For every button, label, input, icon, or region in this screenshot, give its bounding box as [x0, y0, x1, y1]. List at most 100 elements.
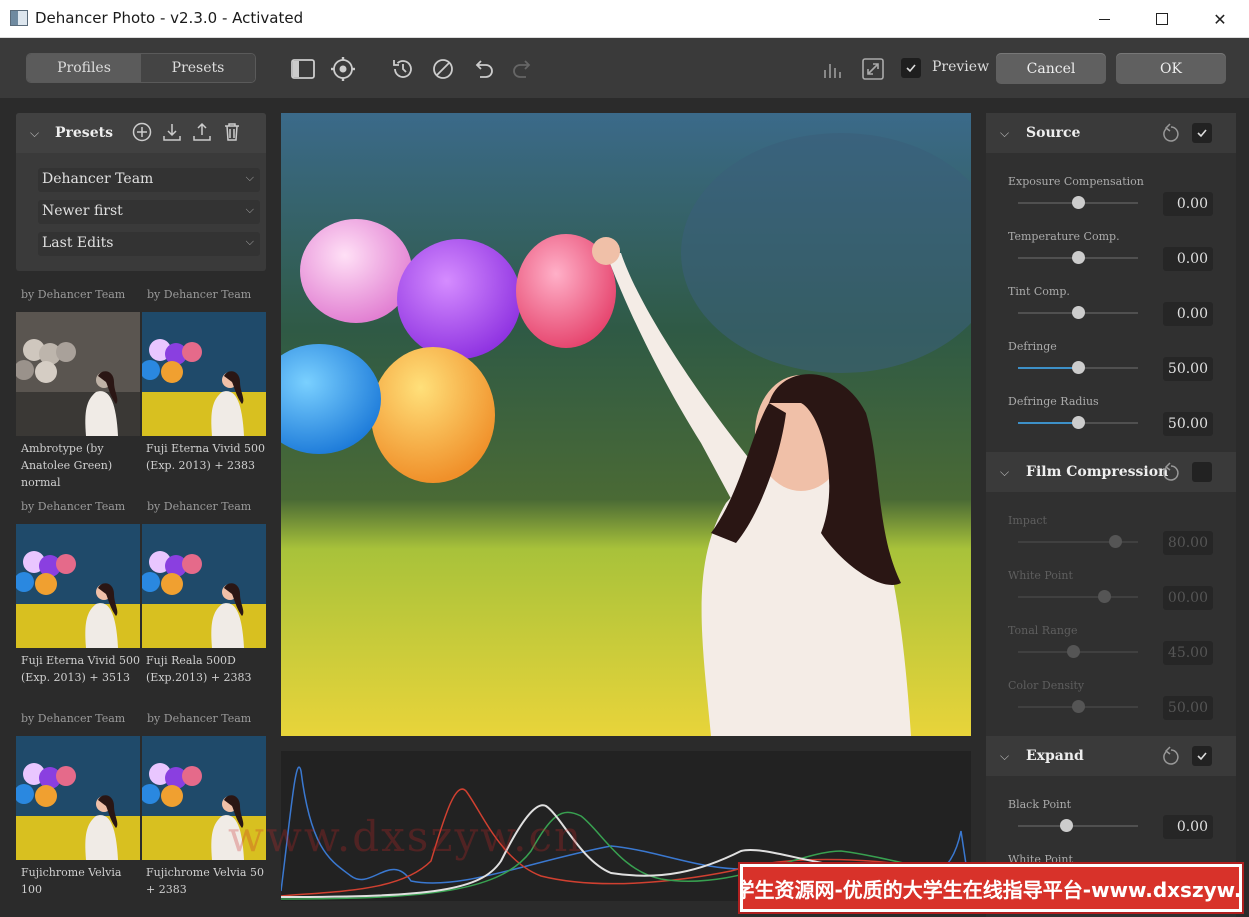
chevron-down-icon[interactable]: ⌵ [30, 126, 39, 141]
value-field[interactable]: 0.00 [1163, 247, 1213, 271]
tab-profiles[interactable]: Profiles [27, 54, 141, 82]
preview-label: Preview [932, 59, 990, 75]
redo-icon[interactable] [510, 56, 536, 82]
author-select[interactable]: Dehancer Team ⌵ [38, 168, 260, 192]
reset-icon[interactable] [1161, 462, 1181, 482]
chevron-down-icon[interactable]: ⌵ [1000, 465, 1009, 480]
preset-thumbnail[interactable] [16, 524, 140, 648]
value-field[interactable]: 0.00 [1163, 192, 1213, 216]
section-source-header[interactable]: ⌵ Source [986, 113, 1236, 153]
tab-presets[interactable]: Presets [141, 54, 255, 82]
preset-author: by Dehancer Team [147, 288, 252, 301]
import-icon[interactable] [161, 121, 183, 143]
maximize-button[interactable] [1133, 0, 1191, 38]
trash-icon[interactable] [221, 121, 243, 143]
checkmark-icon [1197, 752, 1207, 761]
sort-select[interactable]: Newer first ⌵ [38, 200, 260, 224]
cancel-button[interactable]: Cancel [996, 53, 1106, 84]
slider-knob[interactable] [1072, 700, 1085, 713]
watermark-text: www.dxszyw.cn [228, 812, 584, 861]
checkmark-icon [906, 64, 916, 73]
chevron-down-icon[interactable]: ⌵ [1000, 126, 1009, 141]
preview-checkbox[interactable] [901, 58, 921, 78]
section-title: Expand [1026, 748, 1084, 764]
reset-icon[interactable] [1161, 123, 1181, 143]
param-label: Tonal Range [1008, 624, 1078, 637]
preset-label: Fujichrome Velvia 100 [21, 866, 122, 896]
preset-author: by Dehancer Team [21, 712, 126, 725]
slider-knob[interactable] [1060, 819, 1073, 832]
value-field[interactable]: 00.00 [1163, 586, 1213, 610]
slider-knob[interactable] [1109, 535, 1122, 548]
adjustments-panel: ⌵ Source Exposure Compensation 0.00 Temp… [986, 113, 1236, 917]
history-icon[interactable] [390, 56, 416, 82]
param-label: White Point [1008, 569, 1073, 582]
chevron-down-icon: ⌵ [245, 203, 254, 216]
param-label: Impact [1008, 514, 1047, 527]
filter-select[interactable]: Last Edits ⌵ [38, 232, 260, 256]
section-film-compression-header[interactable]: ⌵ Film Compression [986, 452, 1236, 492]
preset-label: Fuji Eterna Vivid 500 (Exp. 2013) + 3513 [21, 654, 141, 684]
presets-header-box: ⌵ Presets Dehancer Team ⌵ Newer first ⌵ La… [16, 113, 266, 271]
add-preset-icon[interactable] [131, 121, 153, 143]
settings-icon[interactable] [330, 56, 356, 82]
presets-header[interactable]: ⌵ Presets [16, 113, 266, 153]
preset-thumbnail[interactable] [142, 312, 266, 436]
preset-label: Fuji Reala 500D (Exp.2013) + 2383 [146, 654, 252, 684]
preset-label: Ambrotype (by Anatolee Green) normal [21, 442, 113, 489]
section-enable-checkbox[interactable] [1192, 462, 1212, 482]
value-field[interactable]: 50.00 [1163, 696, 1213, 720]
value-field[interactable]: 45.00 [1163, 641, 1213, 665]
slider-knob[interactable] [1072, 251, 1085, 264]
slider-knob[interactable] [1067, 645, 1080, 658]
reset-icon[interactable] [1161, 746, 1181, 766]
value-field[interactable]: 0.00 [1163, 302, 1213, 326]
chevron-down-icon[interactable]: ⌵ [1000, 749, 1009, 764]
section-enable-checkbox[interactable] [1192, 123, 1212, 143]
fullscreen-icon[interactable] [860, 56, 886, 82]
preset-author: by Dehancer Team [21, 288, 126, 301]
param-label: Defringe [1008, 340, 1057, 353]
preset-thumbnail[interactable] [142, 524, 266, 648]
slider-track[interactable] [1018, 825, 1138, 827]
value-field[interactable]: 50.00 [1163, 357, 1213, 381]
slider-knob[interactable] [1072, 361, 1085, 374]
value-field[interactable]: 50.00 [1163, 412, 1213, 436]
chevron-down-icon: ⌵ [245, 171, 254, 184]
histogram-icon[interactable] [820, 56, 846, 82]
slider-knob[interactable] [1072, 306, 1085, 319]
checkmark-icon [1197, 129, 1207, 138]
preview-image[interactable] [281, 113, 971, 736]
preset-thumbnail[interactable] [16, 312, 140, 436]
preset-thumbnail[interactable] [16, 736, 140, 860]
preset-author: by Dehancer Team [147, 500, 252, 513]
promo-banner: 大学生资源网-优质的大学生在线指导平台-www.dxszyw.cn [740, 864, 1242, 912]
undo-icon[interactable] [470, 56, 496, 82]
close-button[interactable]: ✕ [1191, 0, 1249, 38]
value-field[interactable]: 80.00 [1163, 531, 1213, 555]
slider-knob[interactable] [1098, 590, 1111, 603]
sort-select-value: Newer first [42, 203, 123, 219]
slider-knob[interactable] [1072, 196, 1085, 209]
section-expand-header[interactable]: ⌵ Expand [986, 736, 1236, 776]
ok-button[interactable]: OK [1116, 53, 1226, 84]
value-field[interactable]: 0.00 [1163, 815, 1213, 839]
presets-sidebar: ⌵ Presets Dehancer Team ⌵ Newer first ⌵ La… [0, 98, 280, 917]
minimize-button[interactable] [1075, 0, 1133, 38]
param-label: Defringe Radius [1008, 395, 1099, 408]
export-icon[interactable] [191, 121, 213, 143]
slider-track[interactable] [1018, 596, 1138, 598]
preset-label: Fuji Eterna Vivid 500 (Exp. 2013) + 2383 [146, 442, 266, 472]
section-title: Film Compression [1026, 464, 1169, 480]
preset-author: by Dehancer Team [147, 712, 252, 725]
panel-toggle-icon[interactable] [290, 56, 316, 82]
param-label: Black Point [1008, 798, 1072, 811]
disable-icon[interactable] [430, 56, 456, 82]
param-label: Tint Comp. [1008, 285, 1070, 298]
slider-knob[interactable] [1072, 416, 1085, 429]
param-label: Color Density [1008, 679, 1085, 692]
preview-photo [281, 113, 971, 736]
section-enable-checkbox[interactable] [1192, 746, 1212, 766]
preset-label: Fujichrome Velvia 50 + 2383 [146, 866, 264, 896]
presets-title: Presets [55, 125, 113, 141]
